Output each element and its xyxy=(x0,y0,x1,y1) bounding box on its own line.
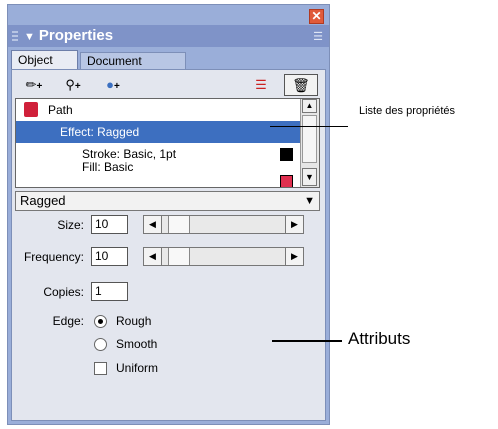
frequency-slider[interactable]: ◀ ▶ xyxy=(143,247,304,266)
scroll-thumb[interactable] xyxy=(302,115,317,163)
chevron-down-icon: ▼ xyxy=(304,195,315,207)
effect-dropdown-value: Ragged xyxy=(20,193,66,208)
brush-add-icon: ⚲ xyxy=(65,77,75,92)
tab-document[interactable]: Document xyxy=(80,52,186,69)
frequency-label: Frequency: xyxy=(23,250,84,264)
close-button[interactable]: ✕ xyxy=(309,9,324,24)
trash-icon: 🗑 xyxy=(292,77,310,93)
edge-label: Edge: xyxy=(52,314,84,328)
slider-left-arrow-icon[interactable]: ◀ xyxy=(144,216,162,233)
pencil-add-icon: ✏ xyxy=(25,77,37,92)
sphere-add-icon: ● xyxy=(106,77,114,92)
add-effect-button[interactable]: ●+ xyxy=(97,75,129,95)
list-item[interactable]: Stroke: Basic, 1pt xyxy=(16,143,301,165)
list-item[interactable]: Path xyxy=(16,99,301,121)
scroll-down-icon[interactable]: ▼ xyxy=(302,168,317,186)
list-item-label: Fill: Basic xyxy=(82,160,134,174)
add-stroke-button[interactable]: ✏+ xyxy=(19,75,49,95)
remove-attribute-icon: ☰ xyxy=(255,77,267,92)
panel-menu-icon[interactable]: ☰ xyxy=(313,30,323,43)
annotation-property-list: Liste des propriétés xyxy=(359,105,455,117)
slider-left-arrow-icon[interactable]: ◀ xyxy=(144,248,162,265)
edge-smooth-label: Smooth xyxy=(116,337,158,351)
effect-dropdown[interactable]: Ragged ▼ xyxy=(15,191,320,211)
edge-rough-label: Rough xyxy=(116,314,152,328)
slider-thumb[interactable] xyxy=(168,248,190,265)
frequency-input[interactable]: 10 xyxy=(91,247,128,266)
slider-right-arrow-icon[interactable]: ▶ xyxy=(285,216,303,233)
size-label: Size: xyxy=(57,218,84,232)
size-input[interactable]: 10 xyxy=(91,215,128,234)
annotation-attributes: Attributs xyxy=(348,329,411,348)
annotation-line xyxy=(270,126,348,127)
edge-rough-radio[interactable] xyxy=(94,315,107,328)
copies-input[interactable]: 1 xyxy=(91,282,128,301)
fill-color-swatch[interactable] xyxy=(280,175,293,187)
properties-panel: ✕ ▼ Properties ☰ Object Document ✏+ ⚲+ ●+… xyxy=(7,4,330,425)
panel-titlebar[interactable]: ▼ Properties ☰ xyxy=(8,25,329,47)
list-item-selected[interactable]: Effect: Ragged xyxy=(16,121,301,143)
grip-icon[interactable] xyxy=(12,31,18,43)
slider-right-arrow-icon[interactable]: ▶ xyxy=(285,248,303,265)
list-item[interactable]: Fill: Basic xyxy=(16,160,301,187)
panel-title[interactable]: ▼ Properties xyxy=(24,27,113,44)
uniform-label: Uniform xyxy=(116,361,159,375)
delete-button[interactable]: 🗑 xyxy=(284,74,318,96)
properties-toolbar: ✏+ ⚲+ ●+ ☰ 🗑 xyxy=(13,73,324,97)
property-list: Path Effect: Ragged Stroke: Basic, 1pt F… xyxy=(15,98,320,188)
add-fill-button[interactable]: ⚲+ xyxy=(57,75,89,95)
edge-smooth-radio[interactable] xyxy=(94,338,107,351)
uniform-checkbox[interactable] xyxy=(94,362,107,375)
list-scrollbar[interactable]: ▲ ▼ xyxy=(300,99,319,187)
path-icon xyxy=(24,102,38,117)
panel-body: ✏+ ⚲+ ●+ ☰ 🗑 Path Effect: Ragged Stroke:… xyxy=(11,69,326,421)
tab-bar: Object Document xyxy=(8,47,329,69)
annotation-line xyxy=(272,340,342,342)
copies-label: Copies: xyxy=(43,285,84,299)
collapse-arrow-icon[interactable]: ▼ xyxy=(24,31,35,43)
panel-title-label: Properties xyxy=(38,27,114,44)
tab-object[interactable]: Object xyxy=(11,50,78,69)
list-item-label: Path xyxy=(48,103,73,117)
slider-thumb[interactable] xyxy=(168,216,190,233)
list-item-label: Effect: Ragged xyxy=(60,125,140,139)
remove-attribute-button[interactable]: ☰ xyxy=(246,76,276,94)
scroll-up-icon[interactable]: ▲ xyxy=(302,99,317,113)
stroke-color-swatch[interactable] xyxy=(280,148,293,161)
size-slider[interactable]: ◀ ▶ xyxy=(143,215,304,234)
